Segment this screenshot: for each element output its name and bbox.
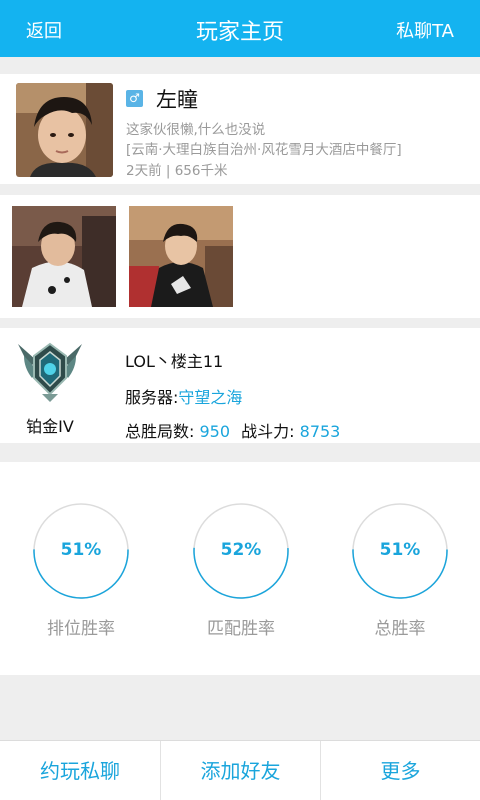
male-gender-icon: ♂ xyxy=(126,90,143,107)
top-navigation-bar: 返回 玩家主页 私聊TA xyxy=(0,0,480,57)
add-friend-button[interactable]: 添加好友 xyxy=(160,741,320,800)
server-label: 服务器: xyxy=(125,388,179,407)
private-chat-button[interactable]: 私聊TA xyxy=(396,17,454,43)
rank-tier-label: 铂金IV xyxy=(26,417,74,436)
invite-chat-button[interactable]: 约玩私聊 xyxy=(0,741,160,800)
ranked-win-rate-label: 排位胜率 xyxy=(47,619,115,639)
normal-win-rate-value: 52% xyxy=(220,540,262,560)
avatar[interactable] xyxy=(16,83,113,177)
photo-1[interactable] xyxy=(12,206,116,307)
platinum-emblem-icon xyxy=(16,338,84,404)
photo-gallery xyxy=(0,195,480,318)
player-signature: 这家伙很懒,什么也没说 xyxy=(126,122,266,138)
player-nickname: 左瞳 xyxy=(156,88,198,112)
game-info-card: 铂金IV LOL丶楼主11 服务器:守望之海 总胜局数: 950 战斗力: 87… xyxy=(0,328,480,443)
more-button[interactable]: 更多 xyxy=(320,741,480,800)
bottom-action-bar: 约玩私聊 添加好友 更多 xyxy=(0,740,480,800)
power-value: 8753 xyxy=(299,422,341,441)
last-seen-distance: 2天前 | 656千米 xyxy=(126,163,228,179)
normal-win-rate-label: 匹配胜率 xyxy=(207,619,275,639)
account-name-text: LOL丶楼主11 xyxy=(125,352,224,371)
win-rate-panel: 51% 排位胜率 52% 匹配胜率 51% 总胜率 xyxy=(0,462,480,675)
profile-card: ♂ 左瞳 这家伙很懒,什么也没说 [云南·大理白族自治州·风花雪月大酒店中餐厅]… xyxy=(0,74,480,184)
total-wins-label: 总胜局数: xyxy=(125,422,195,441)
power-label: 战斗力: xyxy=(241,422,295,441)
overall-win-rate-value: 51% xyxy=(379,540,421,560)
overall-win-rate-label: 总胜率 xyxy=(374,619,426,639)
player-location: [云南·大理白族自治州·风花雪月大酒店中餐厅] xyxy=(126,142,402,158)
photo-2[interactable] xyxy=(129,206,233,307)
stats-summary-row: 总胜局数: 950 战斗力: 8753 xyxy=(125,418,340,442)
total-wins-value: 950 xyxy=(199,422,231,441)
ranked-win-rate-value: 51% xyxy=(60,540,102,560)
game-account-name: LOL丶楼主11 xyxy=(125,348,223,372)
server-row: 服务器:守望之海 xyxy=(125,384,242,408)
server-value: 守望之海 xyxy=(178,388,243,407)
